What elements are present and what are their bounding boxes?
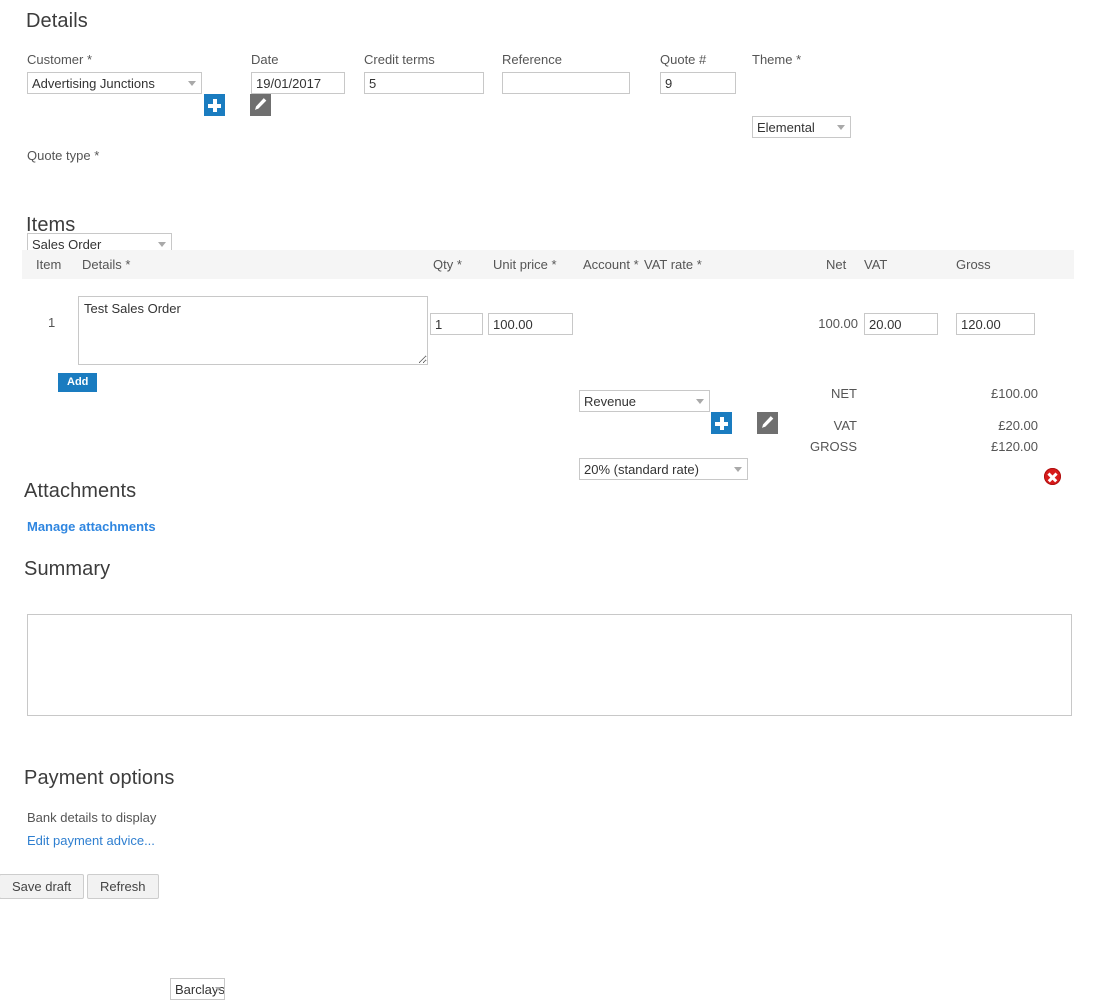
reference-input[interactable]	[502, 72, 630, 94]
items-heading: Items	[26, 214, 76, 236]
credit-terms-input[interactable]	[364, 72, 484, 94]
customer-label: Customer *	[27, 52, 93, 67]
theme-select-value: Elemental	[757, 120, 815, 135]
chevron-down-icon	[734, 467, 742, 472]
items-table-header: Item Details * Qty * Unit price * Accoun…	[22, 250, 1074, 279]
total-gross-value: £120.00	[991, 439, 1038, 454]
column-header-item: Item	[36, 257, 62, 272]
total-vat-label: VAT	[833, 418, 857, 433]
reference-label: Reference	[502, 52, 562, 67]
credit-terms-label: Credit terms	[364, 52, 435, 67]
column-header-details: Details *	[82, 257, 131, 272]
summary-textarea[interactable]	[27, 614, 1072, 716]
theme-select[interactable]: Elemental	[752, 116, 851, 138]
payment-options-heading: Payment options	[24, 767, 175, 789]
item-vat-input[interactable]	[864, 313, 938, 335]
item-unit-price-input[interactable]	[488, 313, 573, 335]
summary-heading: Summary	[24, 558, 111, 580]
add-customer-button[interactable]	[204, 94, 225, 116]
item-account-select[interactable]: Revenue	[579, 390, 710, 412]
column-header-account: Account *	[583, 257, 639, 272]
column-header-gross: Gross	[956, 257, 991, 272]
plus-icon-bar	[212, 99, 217, 112]
chevron-down-icon	[837, 125, 845, 130]
attachments-heading: Attachments	[24, 480, 137, 502]
column-header-net: Net	[826, 257, 847, 272]
chevron-down-icon	[188, 81, 196, 86]
bank-details-select[interactable]: Barclays	[170, 978, 225, 1000]
quote-number-input[interactable]	[660, 72, 736, 94]
delete-item-button[interactable]	[1044, 468, 1061, 485]
edit-payment-advice-link[interactable]: Edit payment advice...	[27, 833, 155, 848]
total-vat-value: £20.00	[998, 418, 1038, 433]
total-net-label: NET	[831, 386, 857, 401]
customer-select[interactable]: Advertising Junctions	[27, 72, 202, 94]
column-header-qty: Qty *	[433, 257, 462, 272]
quote-type-label: Quote type *	[27, 148, 100, 163]
save-draft-button[interactable]: Save draft	[0, 874, 85, 899]
edit-customer-button[interactable]	[249, 94, 271, 116]
chevron-down-icon	[158, 242, 166, 247]
details-heading: Details	[26, 10, 88, 32]
manage-attachments-link[interactable]: Manage attachments	[27, 519, 156, 534]
customer-select-value: Advertising Junctions	[32, 76, 155, 91]
column-header-vat-rate: VAT rate *	[644, 257, 702, 272]
chevron-down-icon	[215, 987, 221, 991]
bank-details-label: Bank details to display	[27, 810, 157, 825]
theme-label: Theme *	[752, 52, 802, 67]
quote-number-label: Quote #	[660, 52, 707, 67]
pencil-icon	[254, 98, 266, 110]
date-label: Date	[251, 52, 279, 67]
total-net-value: £100.00	[991, 386, 1038, 401]
item-row-index: 1	[48, 315, 56, 330]
total-gross-label: GROSS	[810, 439, 857, 454]
refresh-button[interactable]: Refresh	[87, 874, 159, 899]
item-account-value: Revenue	[584, 394, 637, 409]
item-details-textarea[interactable]	[78, 296, 428, 365]
add-item-button[interactable]: Add	[58, 373, 98, 392]
column-header-vat: VAT	[864, 257, 888, 272]
item-net-value: 100.00	[818, 316, 858, 331]
item-vat-rate-value: 20% (standard rate)	[584, 462, 699, 477]
item-vat-rate-select[interactable]: 20% (standard rate)	[579, 458, 748, 480]
column-header-unit-price: Unit price *	[493, 257, 557, 272]
date-input[interactable]	[251, 72, 345, 94]
item-gross-input[interactable]	[956, 313, 1035, 335]
item-qty-input[interactable]	[430, 313, 483, 335]
